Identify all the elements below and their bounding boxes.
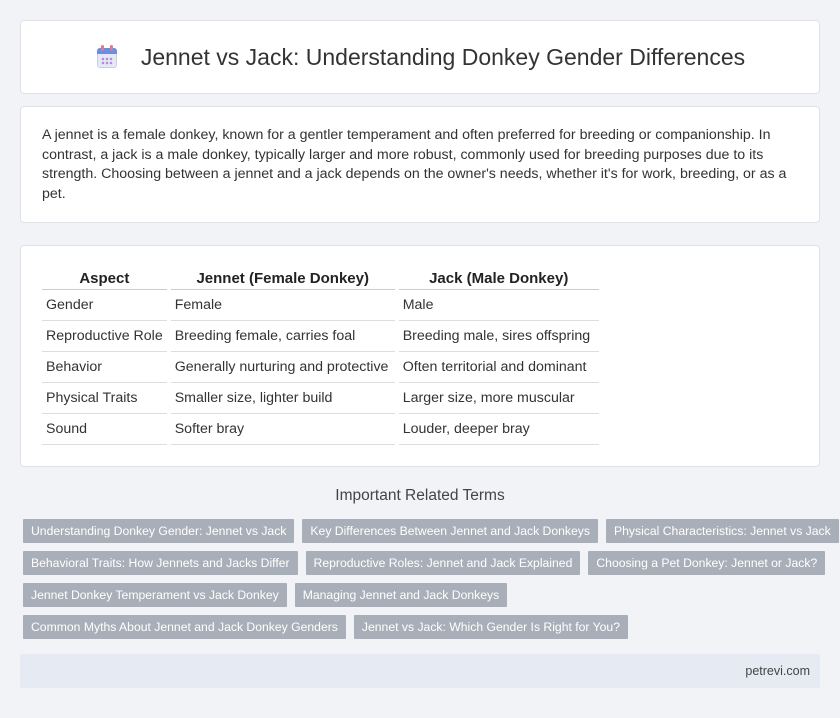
header-jennet: Jennet (Female Donkey) [170,266,395,290]
table-cell: Gender [42,290,167,321]
tag-row: Behavioral Traits: How Jennets and Jacks… [23,551,826,575]
related-term-link[interactable]: Key Differences Between Jennet and Jack … [302,519,598,543]
comparison-card: Aspect Jennet (Female Donkey) Jack (Male… [20,245,820,467]
related-term-link[interactable]: Jennet Donkey Temperament vs Jack Donkey [23,583,287,607]
table-cell: Generally nurturing and protective [170,352,395,383]
table-row: Behavior Generally nurturing and protect… [42,352,599,383]
table-row: Gender Female Male [42,290,599,321]
related-term-link[interactable]: Understanding Donkey Gender: Jennet vs J… [23,519,295,543]
table-row: Physical Traits Smaller size, lighter bu… [42,383,599,414]
table-row: Sound Softer bray Louder, deeper bray [42,414,599,445]
related-term-link[interactable]: Choosing a Pet Donkey: Jennet or Jack? [588,551,826,575]
table-cell: Reproductive Role [42,321,167,352]
footer: petrevi.com [20,654,820,688]
intro-card: A jennet is a female donkey, known for a… [20,106,820,223]
comparison-table: Aspect Jennet (Female Donkey) Jack (Male… [38,266,603,445]
table-cell: Louder, deeper bray [398,414,599,445]
table-cell: Breeding female, carries foal [170,321,395,352]
related-term-link[interactable]: Common Myths About Jennet and Jack Donke… [23,615,346,639]
table-cell: Behavior [42,352,167,383]
table-header-row: Aspect Jennet (Female Donkey) Jack (Male… [42,266,599,290]
intro-text: A jennet is a female donkey, known for a… [42,127,787,202]
tag-row: Jennet Donkey Temperament vs Jack Donkey… [23,583,823,607]
tag-row: Common Myths About Jennet and Jack Donke… [23,615,823,639]
related-term-link[interactable]: Reproductive Roles: Jennet and Jack Expl… [305,551,581,575]
related-terms: Understanding Donkey Gender: Jennet vs J… [23,519,839,647]
related-term-link[interactable]: Jennet vs Jack: Which Gender Is Right fo… [353,615,628,639]
calendar-icon [95,44,119,70]
header-aspect: Aspect [42,266,167,290]
table-cell: Larger size, more muscular [398,383,599,414]
table-cell: Female [170,290,395,321]
related-term-link[interactable]: Physical Characteristics: Jennet vs Jack [605,519,839,543]
table-cell: Physical Traits [42,383,167,414]
table-cell: Often territorial and dominant [398,352,599,383]
title-wrap: Jennet vs Jack: Understanding Donkey Gen… [95,44,745,71]
related-terms-heading: Important Related Terms [335,487,505,504]
page-title: Jennet vs Jack: Understanding Donkey Gen… [140,43,746,70]
header-jack: Jack (Male Donkey) [398,266,599,290]
table-cell: Softer bray [170,414,395,445]
related-term-link[interactable]: Behavioral Traits: How Jennets and Jacks… [23,551,298,575]
table-cell: Smaller size, lighter build [170,383,395,414]
related-term-link[interactable]: Managing Jennet and Jack Donkeys [294,583,508,607]
tag-row: Understanding Donkey Gender: Jennet vs J… [23,519,839,543]
table-cell: Male [398,290,599,321]
table-cell: Breeding male, sires offspring [398,321,599,352]
header-card: Jennet vs Jack: Understanding Donkey Gen… [20,20,820,94]
table-row: Reproductive Role Breeding female, carri… [42,321,599,352]
footer-site-link[interactable]: petrevi.com [745,664,810,678]
table-cell: Sound [42,414,167,445]
